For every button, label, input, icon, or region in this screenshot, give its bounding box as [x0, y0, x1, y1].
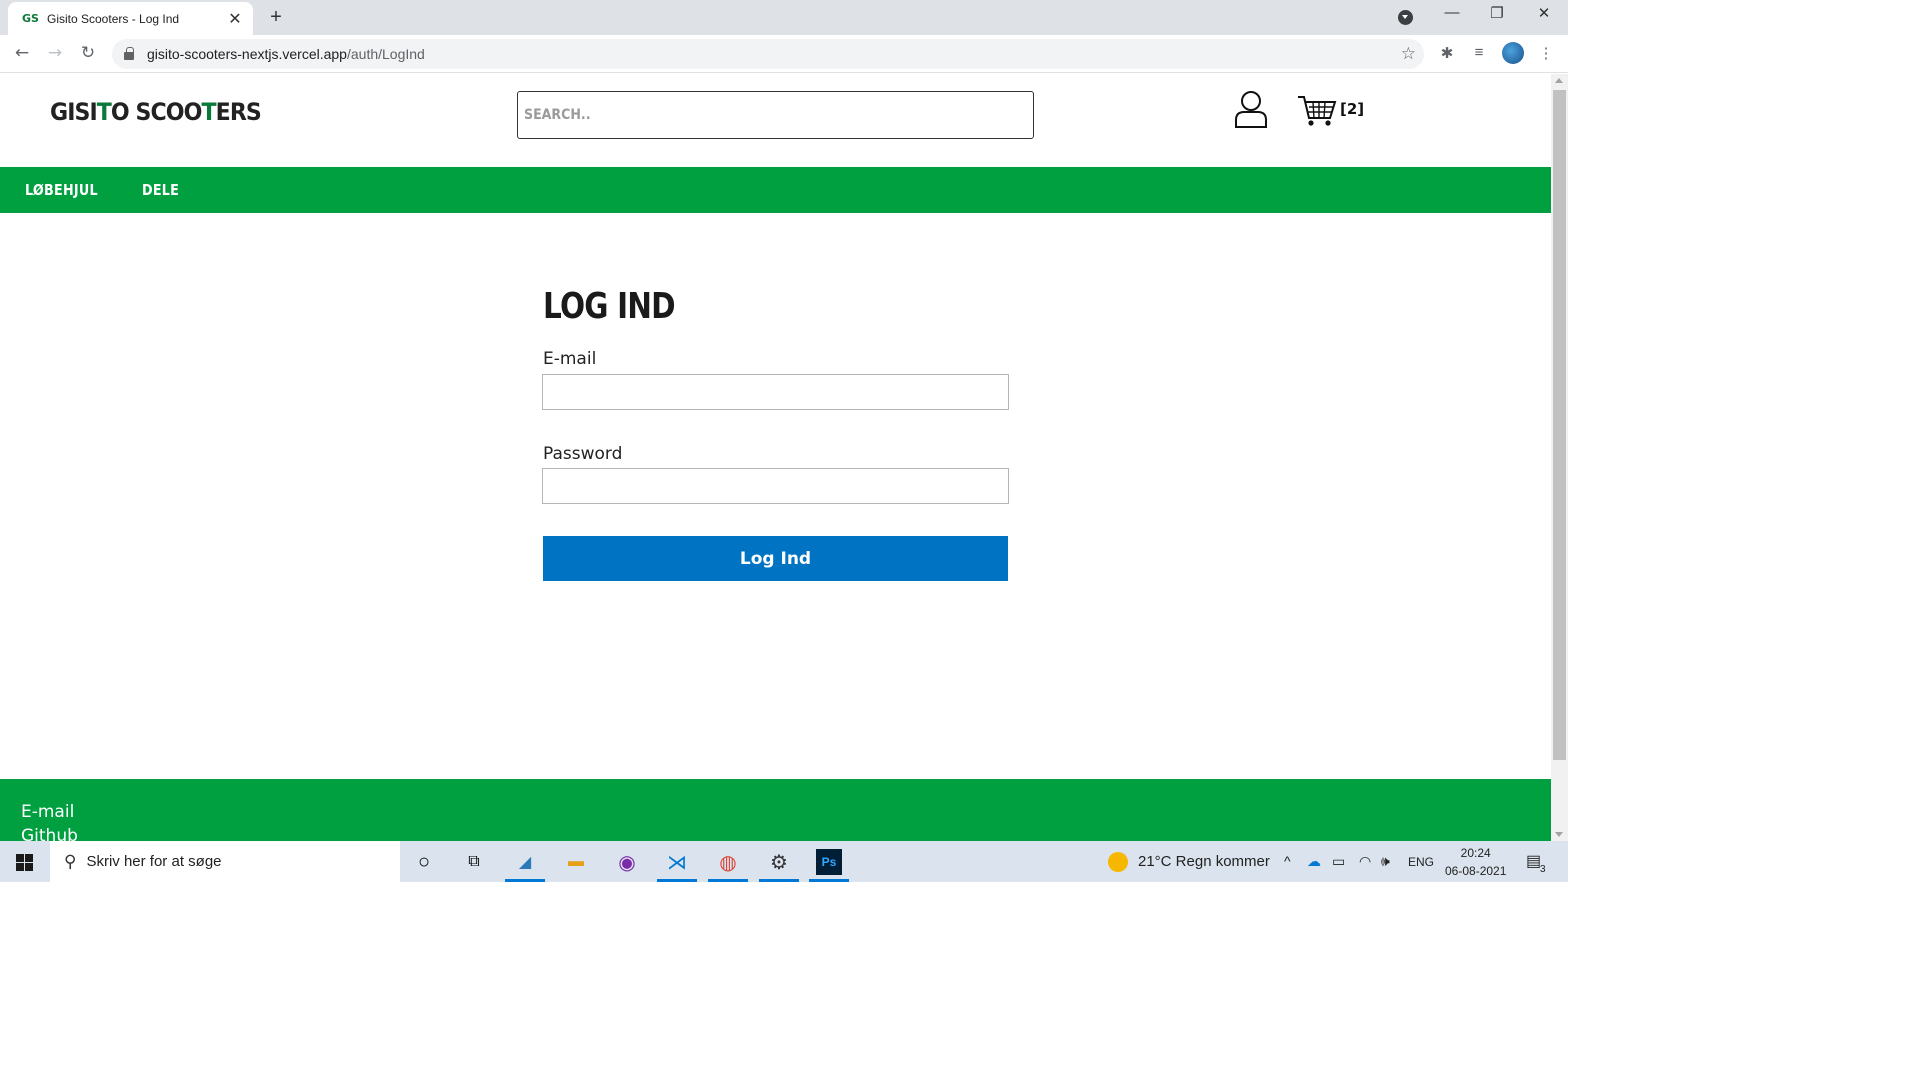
chrome-icon[interactable]: ◍: [715, 849, 741, 875]
scroll-up-icon[interactable]: [1555, 78, 1563, 83]
tab-title: Gisito Scooters - Log Ind: [47, 11, 180, 26]
bookmark-star-icon[interactable]: ☆: [1401, 44, 1416, 64]
file-explorer-icon[interactable]: ▬: [563, 849, 589, 875]
app-active-indicator: [708, 879, 748, 882]
profile-avatar[interactable]: [1502, 42, 1524, 64]
footer-link-github[interactable]: Github: [21, 826, 78, 841]
scroll-down-icon[interactable]: [1555, 832, 1563, 837]
browser-tabbar: GS Gisito Scooters - Log Ind ✕ + — ❐ ✕: [0, 0, 1568, 35]
app-active-indicator: [505, 879, 545, 882]
password-label: Password: [543, 444, 623, 464]
search-icon: ⚲: [64, 851, 77, 871]
back-icon[interactable]: ←: [11, 43, 33, 63]
clock-date: 06-08-2021: [1445, 864, 1507, 878]
page-title: LOG IND: [543, 286, 676, 327]
weather-sun-icon: [1108, 852, 1128, 872]
site-logo[interactable]: GISITO SCOOTERS: [50, 98, 262, 126]
minimize-icon[interactable]: —: [1438, 4, 1466, 21]
address-bar[interactable]: gisito-scooters-nextjs.vercel.app/auth/L…: [112, 39, 1424, 69]
notification-count: 3: [1540, 864, 1546, 875]
login-button[interactable]: Log Ind: [543, 536, 1008, 581]
wifi-icon[interactable]: ◠: [1359, 853, 1371, 870]
system-clock[interactable]: 20:24 06-08-2021: [1445, 844, 1506, 880]
search-input[interactable]: [517, 91, 1034, 139]
windows-start-icon[interactable]: [16, 854, 33, 871]
nav-item-lobehjul[interactable]: LØBEHJUL: [25, 181, 98, 199]
main-navbar: LØBEHJUL DELE: [0, 167, 1551, 213]
menu-kebab-icon[interactable]: ⋮: [1536, 44, 1556, 62]
tab-close-icon[interactable]: ✕: [227, 9, 243, 29]
site-favicon-icon: GS: [22, 11, 39, 25]
taskbar-search-box[interactable]: ⚲ Skriv her for at søge: [50, 841, 400, 882]
clock-time: 20:24: [1460, 846, 1491, 860]
lock-icon: [124, 47, 134, 60]
password-field[interactable]: [542, 468, 1009, 504]
tab-search-icon[interactable]: [1398, 10, 1413, 25]
tray-chevron-icon[interactable]: ^: [1284, 853, 1291, 869]
page-scrollbar[interactable]: [1551, 74, 1568, 841]
site-footer: E-mail Github: [0, 779, 1551, 841]
scrollbar-thumb[interactable]: [1553, 90, 1566, 760]
web-page: GISITO SCOOTERS [2] LØBEHJUL DELE LOG IN…: [0, 74, 1551, 841]
email-label: E-mail: [543, 349, 597, 369]
media-queue-icon[interactable]: ≡: [1469, 44, 1489, 61]
url-text: gisito-scooters-nextjs.vercel.app/auth/L…: [147, 46, 425, 62]
nav-item-dele[interactable]: DELE: [142, 181, 179, 199]
reload-icon[interactable]: ↻: [77, 43, 99, 63]
app-active-indicator: [759, 879, 799, 882]
notification-center-icon[interactable]: ▤: [1526, 851, 1541, 871]
taskbar-search-text: Skriv her for at søge: [86, 853, 222, 870]
browser-toolbar: ← → ↻ gisito-scooters-nextjs.vercel.app/…: [0, 35, 1568, 73]
app-active-indicator: [657, 879, 697, 882]
cortana-icon[interactable]: ○: [411, 849, 437, 875]
restore-icon[interactable]: ❐: [1483, 4, 1511, 22]
battery-icon[interactable]: ▭: [1332, 853, 1345, 870]
new-tab-icon[interactable]: +: [266, 6, 286, 29]
task-view-icon[interactable]: ⧉: [461, 849, 487, 875]
settings-gear-icon[interactable]: ⚙: [766, 849, 792, 875]
app-active-indicator: [809, 879, 849, 882]
browser-tab[interactable]: GS Gisito Scooters - Log Ind ✕: [8, 2, 253, 35]
extensions-icon[interactable]: ✱: [1437, 44, 1457, 62]
email-field[interactable]: [542, 374, 1009, 410]
cart-count-badge[interactable]: [2]: [1340, 100, 1364, 118]
onedrive-icon[interactable]: ☁: [1307, 853, 1321, 870]
weather-text[interactable]: 21°C Regn kommer: [1138, 853, 1270, 870]
user-account-icon[interactable]: [1234, 90, 1268, 128]
photoshop-icon[interactable]: Ps: [816, 849, 842, 875]
forward-icon[interactable]: →: [44, 43, 66, 63]
language-indicator[interactable]: ENG: [1408, 855, 1434, 869]
vscode-icon[interactable]: ⋊: [664, 849, 690, 875]
volume-icon[interactable]: 🕪: [1381, 853, 1390, 870]
close-window-icon[interactable]: ✕: [1530, 4, 1558, 22]
windows-taskbar: ⚲ Skriv her for at søge ○ ⧉ ◢ ▬ ◉ ⋊ ◍ ⚙ …: [0, 841, 1568, 882]
footer-link-email[interactable]: E-mail: [21, 802, 74, 822]
editor-app-icon[interactable]: ◢: [512, 849, 538, 875]
github-desktop-icon[interactable]: ◉: [614, 849, 640, 875]
shopping-cart-icon[interactable]: [1297, 94, 1337, 128]
